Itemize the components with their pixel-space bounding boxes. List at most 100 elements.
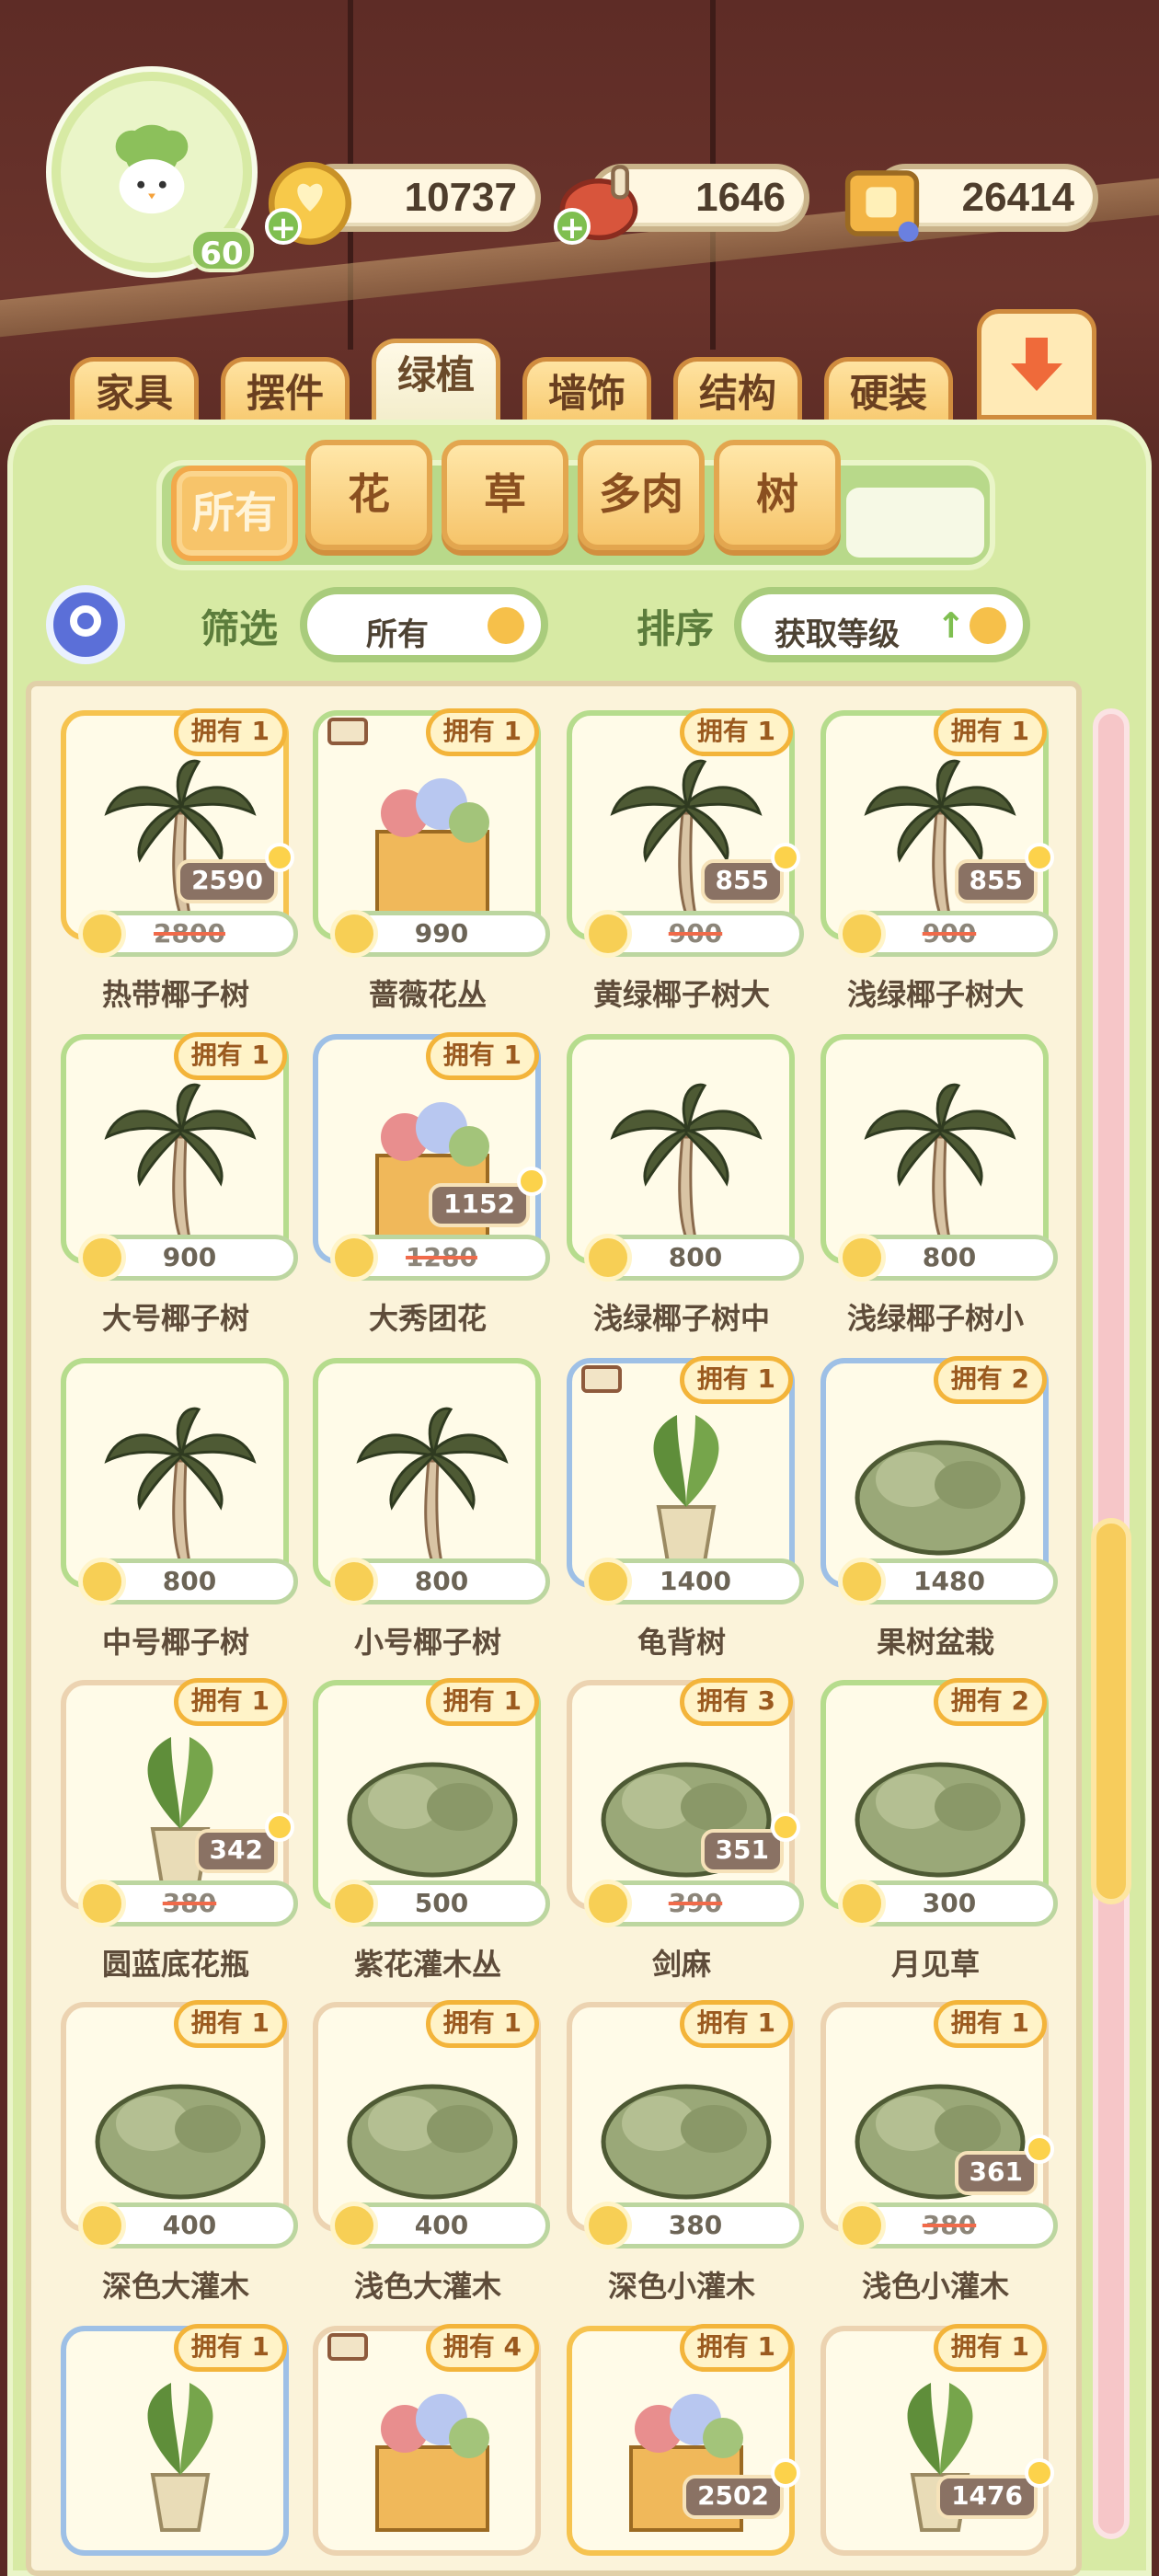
arrow-down-icon bbox=[1011, 338, 1062, 391]
coin-icon bbox=[838, 1234, 886, 1282]
sale-price-tag: 855 bbox=[954, 843, 1055, 903]
item-card[interactable]: 拥有 1 855 900 bbox=[567, 708, 804, 958]
filter-dropdown[interactable]: 所有 bbox=[300, 587, 548, 662]
currency-book[interactable]: 26414 bbox=[844, 164, 1098, 242]
bush-icon bbox=[347, 2084, 518, 2200]
tab-furniture[interactable]: 家具 bbox=[70, 357, 199, 427]
item-name: 大秀团花 bbox=[368, 1301, 487, 1336]
item-card[interactable]: 拥有 1 361 380 bbox=[820, 2000, 1058, 2249]
item-card[interactable]: 拥有 1 1476 bbox=[820, 2324, 1054, 2556]
item-card[interactable]: 拥有 2 300 bbox=[820, 1678, 1058, 1927]
coin-icon bbox=[78, 910, 126, 958]
price-bar: 800 bbox=[78, 1558, 298, 1605]
subtab-succulent[interactable]: 多肉 bbox=[578, 440, 705, 550]
chevron-down-icon bbox=[970, 607, 1006, 644]
item-card[interactable]: 拥有 1 2590 2800 bbox=[61, 708, 298, 958]
item-card[interactable]: 拥有 1 bbox=[61, 2324, 289, 2556]
item-name: 小号椰子树 bbox=[353, 1625, 501, 1660]
coin-icon bbox=[838, 910, 886, 958]
potted-plant-icon bbox=[653, 1415, 719, 1564]
item-card[interactable]: 拥有 1 1152 1280 bbox=[313, 1032, 550, 1282]
item-name: 中号椰子树 bbox=[101, 1625, 249, 1660]
item-card[interactable]: 拥有 1 500 bbox=[313, 1678, 550, 1927]
chevron-down-icon bbox=[488, 607, 524, 644]
tab-ornaments[interactable]: 摆件 bbox=[221, 357, 350, 427]
item-card[interactable]: 拥有 4 bbox=[313, 2324, 541, 2556]
owned-badge: 拥有 1 bbox=[425, 1678, 539, 1726]
item-name: 浅色大灌木 bbox=[353, 2269, 501, 2304]
scrollbar-thumb[interactable] bbox=[1091, 1518, 1131, 1904]
sale-price-tag: 1152 bbox=[429, 1167, 546, 1227]
price-value: 380 bbox=[162, 1888, 217, 1918]
subtab-all[interactable]: 所有 bbox=[171, 466, 298, 561]
price-bar: 800 bbox=[330, 1558, 550, 1605]
tab-plants[interactable]: 绿植 bbox=[372, 339, 500, 431]
add-coins-button[interactable]: + bbox=[265, 208, 302, 245]
tab-structure[interactable]: 结构 bbox=[673, 357, 802, 427]
item-card[interactable]: 拥有 2 1480 bbox=[820, 1356, 1058, 1605]
item-card[interactable]: 拥有 1 400 bbox=[313, 2000, 550, 2249]
item-card[interactable]: 800 bbox=[820, 1034, 1058, 1282]
currency-coins[interactable]: + 10737 bbox=[265, 161, 541, 246]
subtab-grass[interactable]: 草 bbox=[442, 440, 568, 550]
item-card[interactable]: 拥有 1 855 900 bbox=[820, 708, 1058, 958]
item-card[interactable]: 拥有 1 2502 bbox=[567, 2324, 800, 2556]
truck-icon bbox=[581, 1365, 622, 1393]
owned-badge: 拥有 2 bbox=[933, 1356, 1047, 1404]
avatar-icon bbox=[115, 124, 189, 214]
coin-icon bbox=[78, 1558, 126, 1605]
price-bar: 990 bbox=[330, 910, 550, 958]
price-value: 990 bbox=[414, 918, 469, 949]
coin-icon bbox=[78, 2202, 126, 2249]
item-card[interactable]: 800 bbox=[61, 1358, 298, 1605]
player-avatar[interactable]: 60 bbox=[52, 72, 254, 272]
item-card[interactable]: 拥有 1 342 380 bbox=[61, 1678, 298, 1927]
item-card[interactable]: 800 bbox=[567, 1034, 804, 1282]
item-card[interactable]: 拥有 1 990 bbox=[313, 708, 550, 958]
item-name: 浅绿椰子树中 bbox=[592, 1301, 770, 1336]
item-card[interactable]: 拥有 1 900 bbox=[61, 1032, 298, 1282]
owned-badge: 拥有 1 bbox=[425, 708, 539, 756]
price-bar: 380 bbox=[584, 2202, 804, 2249]
price-bar: 1400 bbox=[584, 1558, 804, 1605]
sale-price-tag: 361 bbox=[954, 2134, 1055, 2195]
sale-price-tag: 2590 bbox=[177, 843, 294, 903]
add-meat-button[interactable]: + bbox=[554, 208, 591, 245]
collapse-panel-button[interactable] bbox=[977, 309, 1096, 420]
tab-wall-decor[interactable]: 墙饰 bbox=[522, 357, 651, 427]
search-button[interactable] bbox=[46, 585, 125, 664]
subtab-tree[interactable]: 树 bbox=[714, 440, 841, 550]
flower-pot-icon bbox=[375, 778, 489, 916]
coin-icon bbox=[584, 910, 632, 958]
coin-icon bbox=[330, 2202, 378, 2249]
sort-dropdown[interactable]: 获取等级 ↑ bbox=[734, 587, 1030, 662]
palm-tree-icon bbox=[104, 1083, 257, 1240]
price-bar: 800 bbox=[584, 1234, 804, 1282]
item-card[interactable]: 拥有 3 351 390 bbox=[567, 1678, 804, 1927]
item-card[interactable]: 拥有 1 380 bbox=[567, 2000, 804, 2249]
owned-badge: 拥有 3 bbox=[679, 1678, 793, 1726]
item-card[interactable]: 800 bbox=[313, 1358, 550, 1605]
coin-icon bbox=[78, 1880, 126, 1927]
currency-meat[interactable]: + 1646 bbox=[554, 164, 809, 245]
sale-price-tag: 2502 bbox=[683, 2458, 800, 2519]
item-card[interactable]: 拥有 1 400 bbox=[61, 2000, 298, 2249]
tab-hardware[interactable]: 硬装 bbox=[824, 357, 953, 427]
level-badge: 60 bbox=[189, 228, 254, 272]
price-bar: 900 bbox=[584, 910, 804, 958]
owned-badge: 拥有 1 bbox=[933, 2000, 1047, 2048]
subtab-flower[interactable]: 花 bbox=[305, 440, 432, 550]
filter-label: 筛选 bbox=[201, 606, 279, 651]
owned-badge: 拥有 1 bbox=[679, 708, 793, 756]
item-card[interactable]: 拥有 1 1400 bbox=[567, 1356, 804, 1605]
price-value: 1280 bbox=[406, 1242, 477, 1272]
sort-label: 排序 bbox=[637, 606, 715, 651]
owned-badge: 拥有 1 bbox=[425, 1032, 539, 1080]
price-bar: 2800 bbox=[78, 910, 298, 958]
price-value: 500 bbox=[414, 1888, 469, 1918]
coin-icon bbox=[838, 1880, 886, 1927]
owned-badge: 拥有 2 bbox=[933, 1678, 1047, 1726]
owned-badge: 拥有 1 bbox=[679, 2324, 793, 2372]
price-value: 1480 bbox=[913, 1566, 985, 1596]
coin-icon bbox=[584, 1558, 632, 1605]
